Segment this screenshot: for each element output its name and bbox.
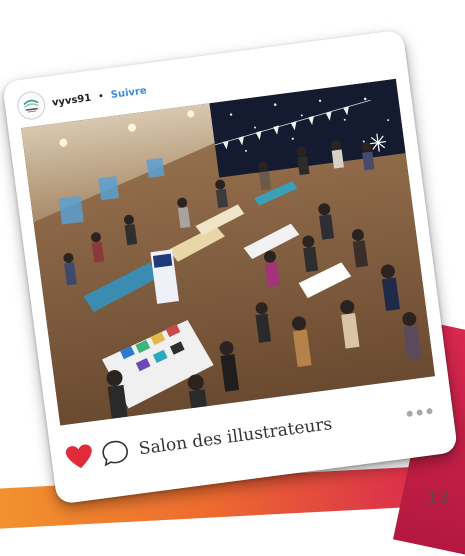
avatar-logo-icon [23, 99, 39, 113]
more-options-button[interactable] [406, 407, 439, 418]
comment-button[interactable] [99, 435, 137, 469]
comment-bubble-icon [102, 440, 128, 467]
post-username[interactable]: vyvs91 [51, 92, 92, 108]
more-dots-icon [416, 409, 423, 416]
like-button[interactable] [64, 440, 100, 474]
avatar[interactable] [15, 89, 47, 122]
more-dots-icon [426, 407, 433, 415]
more-dots-icon [406, 410, 414, 418]
post-caption: Salon des illustrateurs [137, 414, 334, 460]
post-photo[interactable] [21, 78, 436, 426]
page-number: 13 [427, 488, 449, 508]
follow-button[interactable]: Suivre [110, 85, 147, 101]
social-post-card: vyvs91 • Suivre Salon des illustrateurs [1, 29, 459, 505]
heart-icon [65, 444, 92, 469]
header-separator: • [97, 90, 105, 103]
